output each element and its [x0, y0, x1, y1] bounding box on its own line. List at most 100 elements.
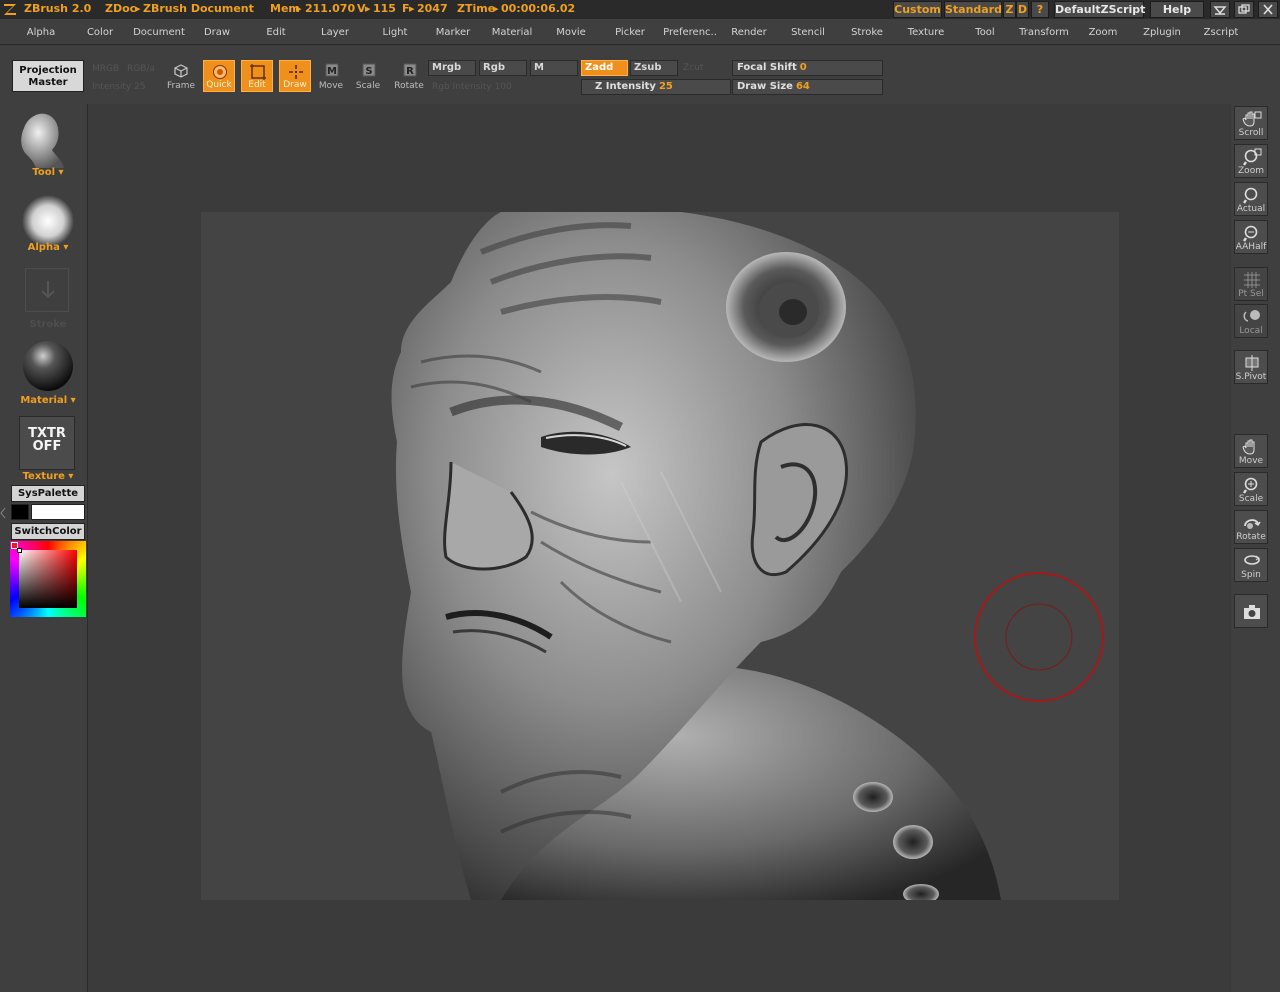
frame-label: Frame — [166, 81, 196, 91]
syspalette-button[interactable]: SysPalette — [11, 485, 85, 502]
scale-view-button[interactable]: Scale — [1234, 472, 1268, 506]
material-thumbnail[interactable] — [22, 340, 74, 392]
pivot-button[interactable]: S.Pivot — [1234, 350, 1268, 384]
menu-render[interactable]: Render — [731, 27, 767, 38]
scale-button[interactable]: S Scale — [352, 60, 384, 92]
move-label: Move — [318, 81, 344, 91]
custom-button[interactable]: Custom — [893, 1, 942, 18]
secondary-color-swatch[interactable] — [11, 504, 29, 520]
d-button[interactable]: D — [1016, 1, 1029, 18]
move-view-button[interactable]: Move — [1234, 434, 1268, 468]
mrgb-button[interactable]: Mrgb — [428, 60, 476, 76]
tool-thumbnail[interactable] — [16, 110, 66, 172]
rotate-icon — [1244, 519, 1261, 529]
actual-button[interactable]: Actual — [1234, 182, 1268, 216]
menu-light[interactable]: Light — [383, 27, 408, 38]
question-button[interactable]: ? — [1031, 1, 1049, 18]
zadd-button[interactable]: Zadd — [581, 60, 628, 76]
off-label: OFF — [32, 439, 62, 454]
rgb-button[interactable]: Rgb — [479, 60, 527, 76]
draw-size-slider[interactable]: Draw Size 64 — [732, 79, 883, 95]
spin-button[interactable]: Spin — [1234, 548, 1268, 582]
draw-size-label: Draw Size — [737, 81, 793, 92]
point-select-label: Pt Sel — [1238, 289, 1264, 299]
menu-material[interactable]: Material — [492, 27, 533, 38]
focal-shift-slider[interactable]: Focal Shift 0 — [732, 60, 883, 76]
menu-transform[interactable]: Transform — [1019, 27, 1069, 38]
m-button[interactable]: M — [530, 60, 578, 76]
quick-button[interactable]: Quick — [203, 60, 235, 92]
projection-master-button[interactable]: Projection Master — [12, 60, 84, 92]
material-label: Material — [20, 395, 68, 406]
menu-picker[interactable]: Picker — [615, 27, 645, 38]
help-button[interactable]: Help — [1150, 1, 1204, 18]
scroll-hand-icon — [1242, 111, 1262, 127]
tool-menu-button[interactable]: Tool ▾ — [0, 167, 96, 178]
menu-movie[interactable]: Movie — [556, 27, 586, 38]
move-button[interactable]: M Move — [315, 60, 347, 92]
rgb-intensity-disabled: Rgb Intensity 100 — [432, 82, 512, 92]
stroke-thumbnail[interactable] — [25, 268, 69, 312]
local-label: Local — [1239, 326, 1263, 336]
rotate-r-icon: R — [403, 63, 417, 77]
menu-zoom[interactable]: Zoom — [1089, 27, 1118, 38]
frame-button[interactable]: Frame — [165, 60, 197, 92]
switchcolor-button[interactable]: SwitchColor — [11, 523, 85, 540]
restore-button[interactable] — [1234, 1, 1254, 18]
focal-shift-label: Focal Shift — [737, 62, 797, 73]
restore-icon — [1238, 4, 1250, 14]
menu-draw[interactable]: Draw — [204, 27, 230, 38]
alpha-label: Alpha — [27, 242, 60, 253]
default-zscript-button[interactable]: DefaultZScript — [1054, 1, 1145, 18]
z-button[interactable]: Z — [1003, 1, 1016, 18]
edit-label: Edit — [248, 80, 266, 90]
rotate-button[interactable]: R Rotate — [393, 60, 425, 92]
sculpted-head-model[interactable] — [201, 212, 1119, 900]
quick-sketch-icon — [213, 65, 227, 79]
rotate-view-label: Rotate — [1236, 532, 1266, 542]
aahalf-button[interactable]: AAHalf — [1234, 220, 1268, 254]
close-button[interactable] — [1258, 1, 1278, 18]
menu-zplugin[interactable]: Zplugin — [1143, 27, 1181, 38]
menu-alpha[interactable]: Alpha — [27, 27, 55, 38]
scroll-button[interactable]: Scroll — [1234, 106, 1268, 140]
alpha-menu-button[interactable]: Alpha ▾ — [0, 242, 96, 253]
canvas-area[interactable] — [87, 104, 1231, 992]
zsub-button[interactable]: Zsub — [630, 60, 678, 76]
menu-texture[interactable]: Texture — [908, 27, 945, 38]
menu-stencil[interactable]: Stencil — [791, 27, 825, 38]
point-select-button[interactable]: Pt Sel — [1234, 267, 1268, 301]
left-panel-toggle[interactable] — [0, 505, 6, 519]
snapshot-button[interactable] — [1234, 594, 1268, 628]
alpha-thumbnail[interactable] — [21, 194, 75, 248]
camera-icon — [1244, 605, 1260, 619]
edit-button[interactable]: Edit — [241, 60, 273, 92]
menu-preferences[interactable]: Preferenc.. — [663, 27, 717, 38]
document-canvas[interactable] — [201, 212, 1119, 900]
color-marker[interactable] — [17, 548, 22, 553]
texture-thumbnail[interactable]: TXTR OFF — [19, 416, 75, 470]
menu-marker[interactable]: Marker — [436, 27, 471, 38]
saturation-square[interactable] — [19, 550, 77, 608]
rotate-view-button[interactable]: Rotate — [1234, 510, 1268, 544]
menu-stroke[interactable]: Stroke — [851, 27, 883, 38]
z-intensity-slider[interactable]: Z Intensity 25 — [581, 79, 731, 95]
menu-document[interactable]: Document — [133, 27, 185, 38]
texture-menu-button[interactable]: Texture ▾ — [0, 471, 96, 482]
menu-layer[interactable]: Layer — [321, 27, 349, 38]
menu-zscript[interactable]: Zscript — [1204, 27, 1239, 38]
material-menu-button[interactable]: Material ▾ — [0, 395, 96, 406]
menu-color[interactable]: Color — [87, 27, 113, 38]
mem-value: 211.070 — [305, 2, 356, 15]
minimize-button[interactable] — [1210, 1, 1230, 18]
zoom-button[interactable]: Zoom — [1234, 144, 1268, 178]
local-button[interactable]: Local — [1234, 304, 1268, 338]
standard-button[interactable]: Standard — [944, 1, 1002, 18]
focal-shift-value: 0 — [799, 62, 807, 73]
menu-edit[interactable]: Edit — [266, 27, 285, 38]
menu-tool[interactable]: Tool — [975, 27, 994, 38]
main-color-swatch[interactable] — [31, 504, 85, 520]
master-label: Master — [28, 77, 68, 88]
draw-button[interactable]: Draw — [279, 60, 311, 92]
color-picker[interactable] — [10, 541, 86, 617]
